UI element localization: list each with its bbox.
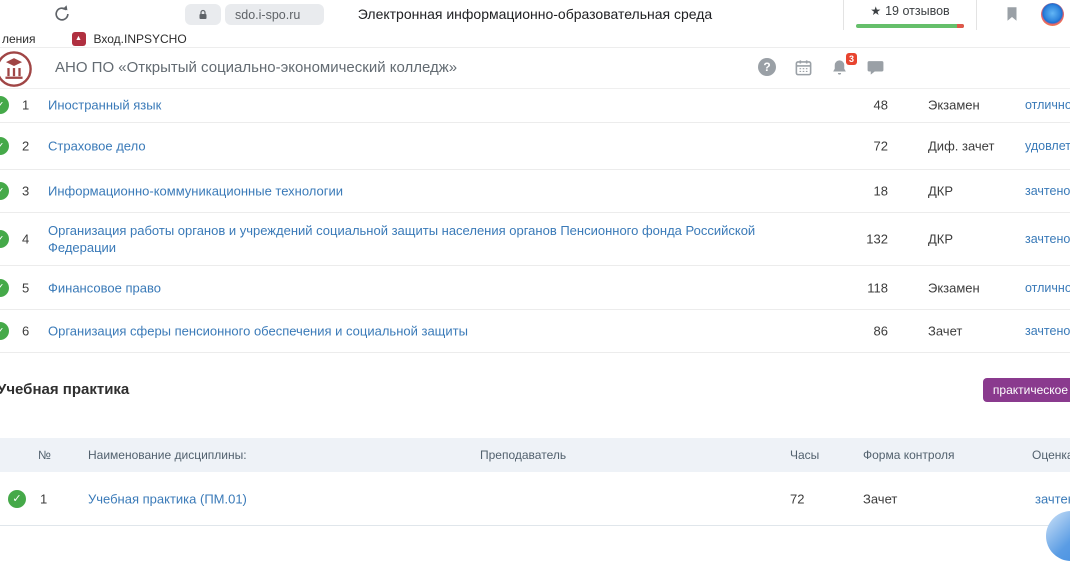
star-icon: ★ — [870, 4, 881, 18]
col-number: № — [38, 448, 51, 462]
bell-icon[interactable]: 3 — [830, 58, 849, 77]
control-form-value: ДКР — [928, 232, 953, 247]
college-logo[interactable] — [0, 50, 33, 88]
control-form-value: Экзамен — [928, 98, 980, 113]
chat-icon[interactable] — [866, 58, 885, 77]
discipline-link[interactable]: Информационно-коммуникационные технологи… — [48, 183, 818, 200]
col-control-form: Форма контроля — [863, 448, 955, 462]
section-title: Учебная практика — [0, 381, 129, 398]
status-check-icon: ✓ — [0, 279, 9, 297]
discipline-link[interactable]: Финансовое право — [48, 279, 818, 296]
discipline-link[interactable]: Иностранный язык — [48, 97, 818, 114]
col-teacher: Преподаватель — [480, 448, 566, 462]
table-row: ✓ 6 Организация сферы пенсионного обеспе… — [0, 310, 1070, 353]
status-check-icon: ✓ — [0, 322, 9, 340]
row-number: 1 — [22, 98, 29, 113]
control-form-value: Зачет — [863, 491, 897, 506]
grade-link[interactable]: зачтено — [1035, 491, 1070, 506]
reviews-rating-bar — [856, 24, 964, 28]
grades-table: ✓ 1 Иностранный язык 48 Экзамен отлично … — [0, 88, 1070, 353]
grade-link[interactable]: зачтено — [1025, 184, 1070, 198]
row-number: 6 — [22, 324, 29, 339]
practice-section: Учебная практика практическое № Наименов… — [0, 381, 1070, 526]
table-row: ✓ 2 Страховое дело 72 Диф. зачет удовлет… — [0, 123, 1070, 170]
bookmark-item-clipped[interactable]: ления — [2, 32, 36, 46]
bookmarks-bar: ления ▲ Вход.INPSYCHO — [0, 30, 1070, 48]
discipline-link[interactable]: Организация сферы пенсионного обеспечени… — [48, 323, 818, 340]
grade-link[interactable]: отлично — [1025, 281, 1070, 295]
help-icon[interactable]: ? — [758, 58, 777, 77]
row-number: 5 — [22, 280, 29, 295]
hours-value: 132 — [838, 232, 888, 247]
calendar-icon[interactable] — [794, 58, 813, 77]
grade-link[interactable]: зачтено — [1025, 232, 1070, 246]
hours-value: 48 — [838, 98, 888, 113]
reload-icon[interactable] — [52, 4, 72, 24]
reviews-label: 19 отзывов — [885, 4, 950, 18]
discipline-link[interactable]: Страховое дело — [48, 138, 818, 155]
hours-value: 72 — [790, 491, 804, 506]
hours-value: 18 — [838, 184, 888, 199]
status-check-icon: ✓ — [0, 137, 9, 155]
row-number: 1 — [40, 491, 47, 506]
ssl-lock-icon[interactable] — [185, 4, 221, 25]
table-row: ✓ 1 Иностранный язык 48 Экзамен отлично — [0, 88, 1070, 123]
grade-link[interactable]: зачтено — [1025, 324, 1070, 338]
hours-value: 86 — [838, 324, 888, 339]
row-number: 3 — [22, 184, 29, 199]
notifications-badge: 3 — [846, 53, 857, 65]
status-check-icon: ✓ — [8, 490, 26, 508]
grade-link[interactable]: удовлетворительно — [1025, 139, 1070, 153]
table-row: ✓ 3 Информационно-коммуникационные техно… — [0, 170, 1070, 213]
col-grade: Оценка — [1032, 448, 1070, 462]
org-title: АНО ПО «Открытый социально-экономический… — [55, 59, 457, 76]
profile-avatar[interactable] — [1041, 3, 1064, 26]
url-box[interactable]: sdo.i-spo.ru — [225, 4, 324, 25]
url-text: sdo.i-spo.ru — [235, 8, 300, 22]
status-check-icon: ✓ — [0, 182, 9, 200]
hours-value: 118 — [838, 280, 888, 295]
col-hours: Часы — [790, 448, 819, 462]
hours-value: 72 — [838, 139, 888, 154]
control-form-value: Экзамен — [928, 280, 980, 295]
table-row: ✓ 4 Организация работы органов и учрежде… — [0, 213, 1070, 266]
reviews-widget[interactable]: ★ 19 отзывов — [843, 0, 977, 30]
status-check-icon: ✓ — [0, 96, 9, 114]
table-row: ✓ 5 Финансовое право 118 Экзамен отлично — [0, 266, 1070, 310]
main-content: ✓ 1 Иностранный язык 48 Экзамен отлично … — [0, 88, 1070, 526]
practice-type-badge: практическое — [983, 378, 1070, 402]
row-number: 4 — [22, 232, 29, 247]
practice-table-row: ✓ 1 Учебная практика (ПМ.01) 72 Зачет за… — [0, 472, 1070, 526]
row-number: 2 — [22, 139, 29, 154]
bookmark-item-inpsycho[interactable]: Вход.INPSYCHO — [94, 32, 187, 46]
col-discipline: Наименование дисциплины: — [88, 448, 247, 462]
discipline-link[interactable]: Организация работы органов и учреждений … — [48, 222, 818, 256]
discipline-link[interactable]: Учебная практика (ПМ.01) — [88, 491, 247, 506]
control-form-value: Зачет — [928, 324, 962, 339]
grade-link[interactable]: отлично — [1025, 98, 1070, 112]
help-glyph: ? — [763, 60, 770, 74]
status-check-icon: ✓ — [0, 230, 9, 248]
control-form-value: Диф. зачет — [928, 139, 994, 154]
bookmark-flag-icon[interactable] — [1003, 5, 1021, 23]
site-header: АНО ПО «Открытый социально-экономический… — [0, 48, 1070, 89]
inpsycho-favicon-icon: ▲ — [72, 32, 86, 46]
control-form-value: ДКР — [928, 184, 953, 199]
browser-chrome: sdo.i-spo.ru Электронная информационно-о… — [0, 0, 1070, 30]
practice-table-header: № Наименование дисциплины: Преподаватель… — [0, 438, 1070, 472]
